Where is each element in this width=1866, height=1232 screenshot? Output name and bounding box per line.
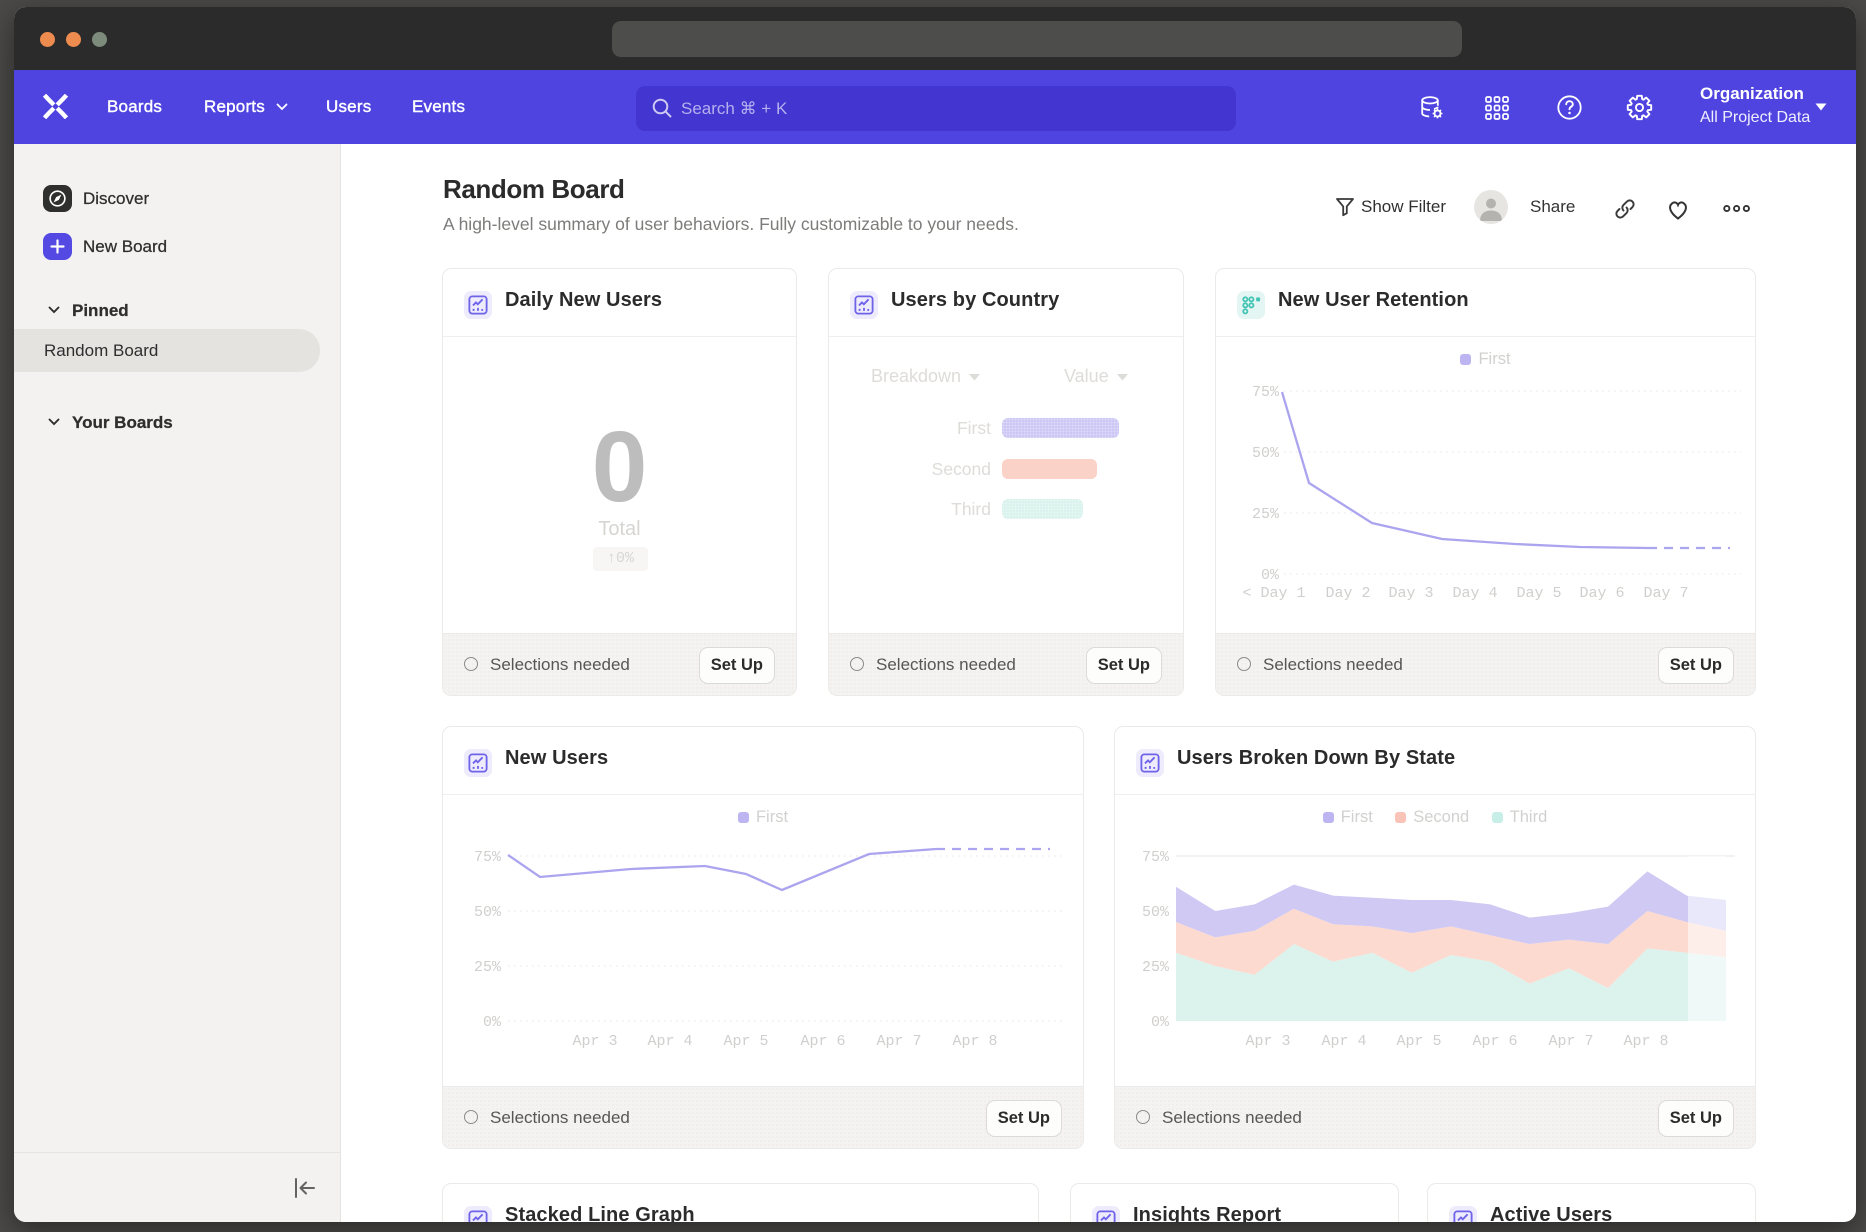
svg-text:50%: 50% bbox=[1142, 904, 1170, 921]
svg-text:< Day 1: < Day 1 bbox=[1242, 585, 1305, 602]
svg-text:Day 3: Day 3 bbox=[1388, 585, 1433, 602]
svg-text:Apr 8: Apr 8 bbox=[1623, 1033, 1668, 1050]
svg-text:Day 6: Day 6 bbox=[1579, 585, 1624, 602]
svg-text:Day 2: Day 2 bbox=[1325, 585, 1370, 602]
svg-text:Day 7: Day 7 bbox=[1643, 585, 1688, 602]
svg-text:Apr 6: Apr 6 bbox=[1472, 1033, 1517, 1050]
svg-text:Apr 4: Apr 4 bbox=[647, 1033, 692, 1050]
svg-text:Apr 3: Apr 3 bbox=[572, 1033, 617, 1050]
svg-text:0%: 0% bbox=[483, 1014, 502, 1031]
svg-text:Day 5: Day 5 bbox=[1516, 585, 1561, 602]
svg-text:Apr 4: Apr 4 bbox=[1321, 1033, 1366, 1050]
svg-text:0%: 0% bbox=[1261, 567, 1280, 584]
svg-text:50%: 50% bbox=[474, 904, 502, 921]
svg-text:25%: 25% bbox=[1142, 959, 1170, 976]
svg-text:Apr 7: Apr 7 bbox=[876, 1033, 921, 1050]
svg-text:Apr 7: Apr 7 bbox=[1548, 1033, 1593, 1050]
svg-text:Apr 3: Apr 3 bbox=[1245, 1033, 1290, 1050]
svg-text:25%: 25% bbox=[1252, 506, 1280, 523]
svg-text:75%: 75% bbox=[474, 849, 502, 866]
svg-text:75%: 75% bbox=[1142, 849, 1170, 866]
svg-text:25%: 25% bbox=[474, 959, 502, 976]
svg-text:0%: 0% bbox=[1151, 1014, 1170, 1031]
svg-text:Day 4: Day 4 bbox=[1452, 585, 1497, 602]
svg-text:50%: 50% bbox=[1252, 445, 1280, 462]
svg-text:Apr 5: Apr 5 bbox=[723, 1033, 768, 1050]
svg-text:Apr 5: Apr 5 bbox=[1396, 1033, 1441, 1050]
svg-text:75%: 75% bbox=[1252, 384, 1280, 401]
svg-text:Apr 6: Apr 6 bbox=[800, 1033, 845, 1050]
svg-text:Apr 8: Apr 8 bbox=[952, 1033, 997, 1050]
